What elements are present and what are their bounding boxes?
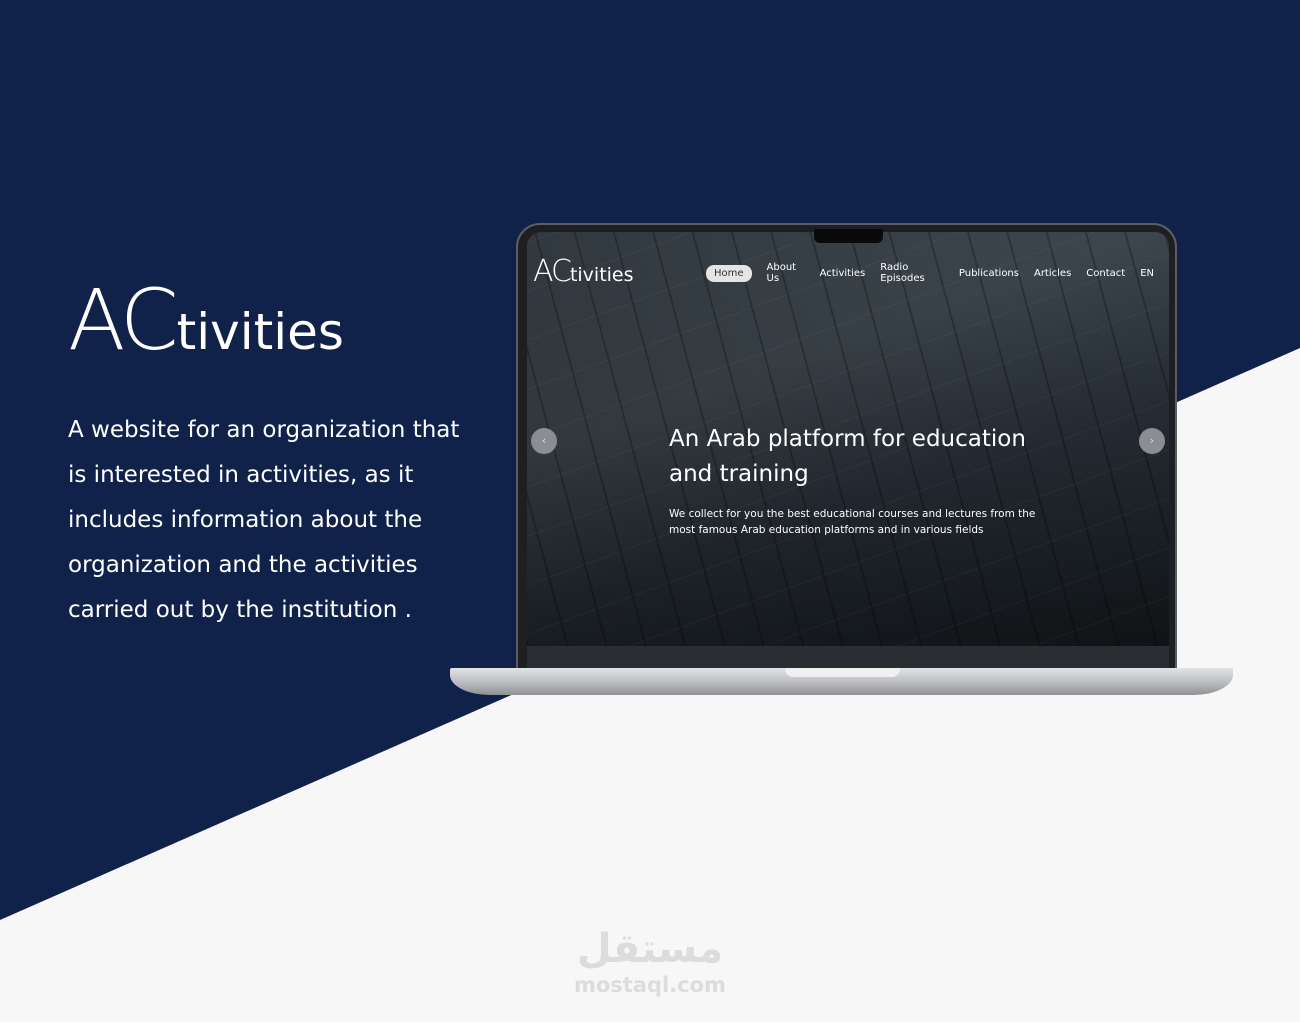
nav-home[interactable]: Home xyxy=(706,264,752,282)
nav-language[interactable]: EN xyxy=(1140,268,1154,279)
brand-logo-rest: tivities xyxy=(176,303,344,361)
nav-contact[interactable]: Contact xyxy=(1086,268,1125,279)
hero-title: An Arab platform for education and train… xyxy=(669,426,1026,487)
site-logo[interactable]: AC tivities xyxy=(533,254,634,289)
site-logo-initials: AC xyxy=(533,254,572,289)
hero-text: We collect for you the best educational … xyxy=(669,508,1036,536)
mostaql-watermark: مستقل mostaql.com xyxy=(570,925,730,997)
laptop-opening-lip xyxy=(785,668,900,677)
watermark-arabic: مستقل xyxy=(576,926,724,972)
site-logo-rest: tivities xyxy=(569,264,634,286)
nav-radio-episodes[interactable]: Radio Episodes xyxy=(880,262,944,284)
carousel-prev-button[interactable]: ‹ xyxy=(531,428,557,454)
nav-articles[interactable]: Articles xyxy=(1034,268,1071,279)
laptop-bezel-bottom xyxy=(527,646,1169,668)
nav-about-us[interactable]: About Us xyxy=(767,262,805,284)
site-nav: Home About Us Activities Radio Episodes … xyxy=(706,262,1169,284)
brand-logo: AC tivities xyxy=(68,278,344,362)
laptop-notch xyxy=(814,229,883,243)
brand-logo-initials: AC xyxy=(68,271,179,369)
nav-activities[interactable]: Activities xyxy=(820,268,866,279)
hero: An Arab platform for education and train… xyxy=(669,422,1049,538)
carousel-next-button[interactable]: › xyxy=(1139,428,1165,454)
website-screen: AC tivities Home About Us Activities Radi… xyxy=(527,232,1169,646)
nav-publications[interactable]: Publications xyxy=(959,268,1019,279)
watermark-latin: mostaql.com xyxy=(574,973,726,997)
project-description: A website for an organization that is in… xyxy=(68,417,460,623)
